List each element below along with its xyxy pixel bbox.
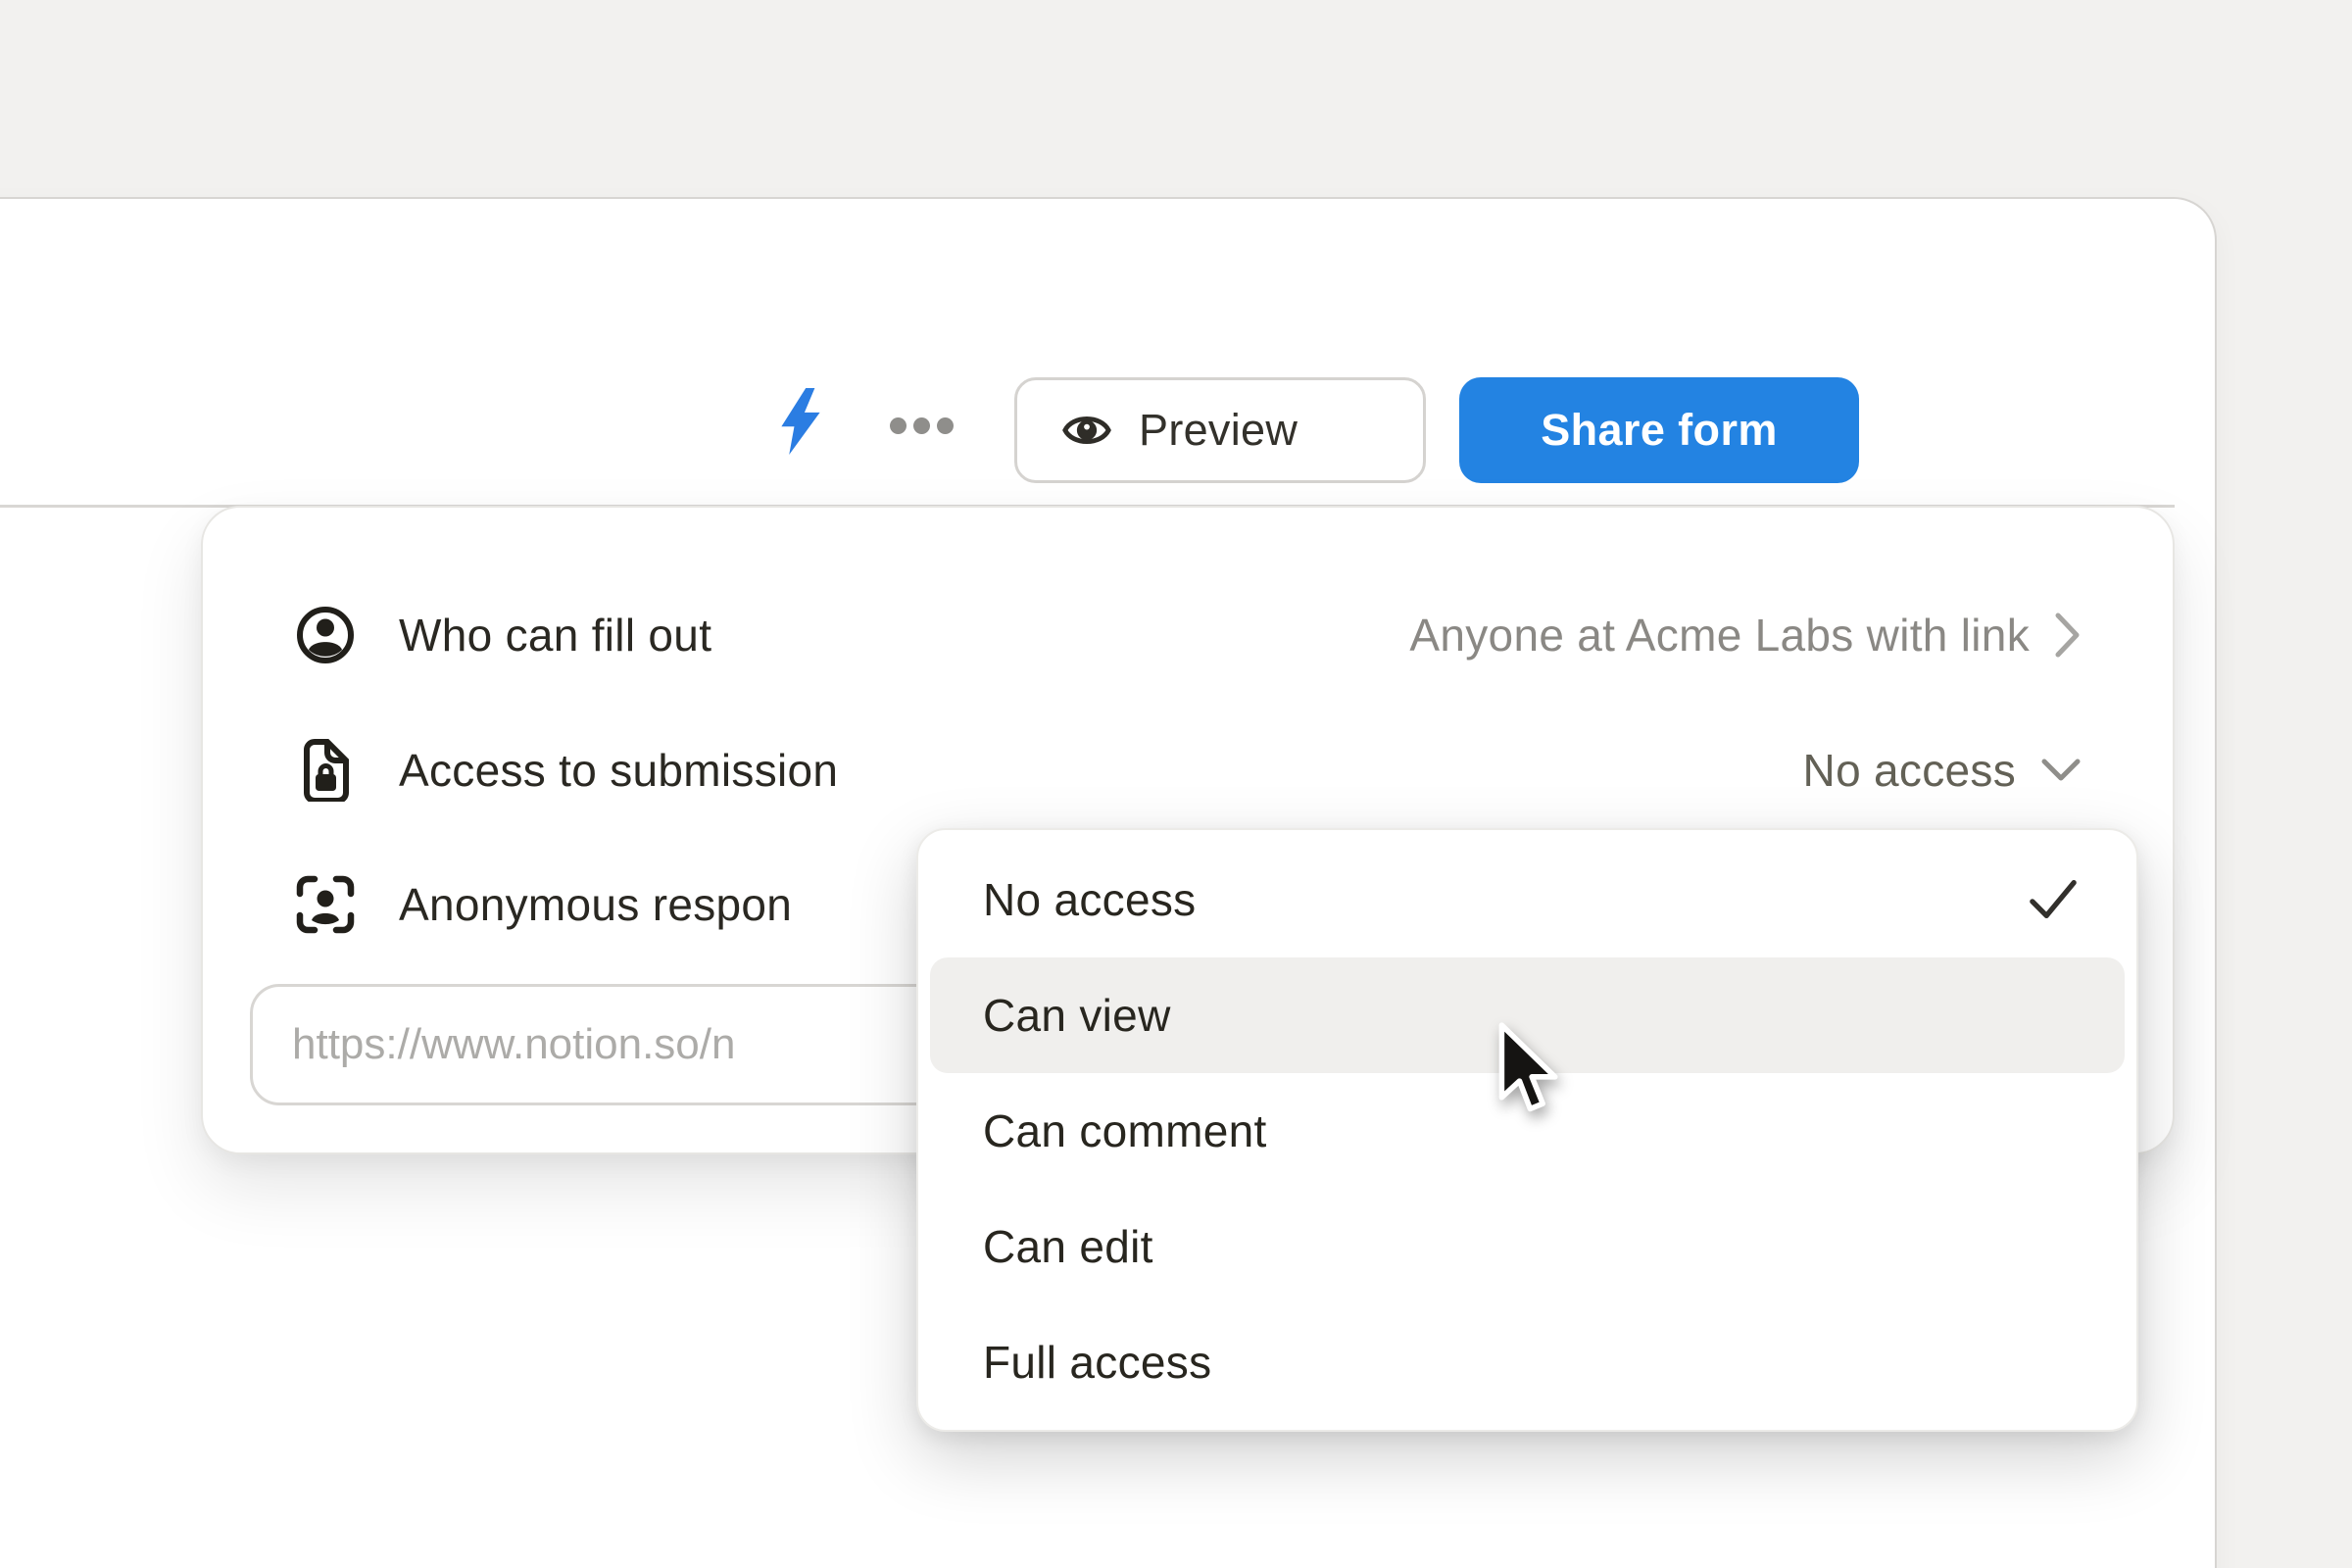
- anonymous-responses-label: Anonymous respon: [399, 878, 792, 931]
- dropdown-item-can-edit[interactable]: Can edit: [930, 1189, 2125, 1304]
- chevron-right-icon: [2055, 612, 2081, 658]
- page: Preview Share form Who can fill out Anyo…: [0, 0, 2352, 1568]
- share-form-button-label: Share form: [1541, 405, 1778, 456]
- checkmark-icon: [2029, 878, 2078, 921]
- anonymous-person-icon: [295, 874, 356, 935]
- more-options-icon: [913, 417, 930, 434]
- access-permissions-dropdown: No access Can view Can comment Can edit …: [916, 828, 2138, 1432]
- access-to-submission-row[interactable]: Access to submission No access: [295, 723, 2081, 817]
- chevron-down-icon: [2041, 759, 2081, 782]
- access-to-submission-label: Access to submission: [399, 744, 838, 797]
- preview-button[interactable]: Preview: [1014, 377, 1426, 483]
- lightning-icon[interactable]: [778, 388, 823, 455]
- eye-icon: [1060, 404, 1113, 457]
- more-options-icon: [937, 417, 954, 434]
- dropdown-item-full-access[interactable]: Full access: [930, 1304, 2125, 1420]
- who-can-fill-out-value[interactable]: Anyone at Acme Labs with link: [1409, 609, 2081, 662]
- cursor-arrow: [1495, 1021, 1558, 1119]
- more-options-button[interactable]: [890, 417, 954, 434]
- who-can-fill-out-label: Who can fill out: [399, 609, 711, 662]
- dropdown-item-no-access[interactable]: No access: [930, 842, 2125, 957]
- document-lock-icon: [295, 740, 356, 801]
- access-to-submission-value[interactable]: No access: [1803, 744, 2081, 797]
- more-options-icon: [890, 417, 906, 434]
- who-can-fill-out-row[interactable]: Who can fill out Anyone at Acme Labs wit…: [295, 588, 2081, 682]
- person-circle-icon: [295, 605, 356, 665]
- preview-button-label: Preview: [1139, 405, 1298, 456]
- share-form-button[interactable]: Share form: [1459, 377, 1859, 483]
